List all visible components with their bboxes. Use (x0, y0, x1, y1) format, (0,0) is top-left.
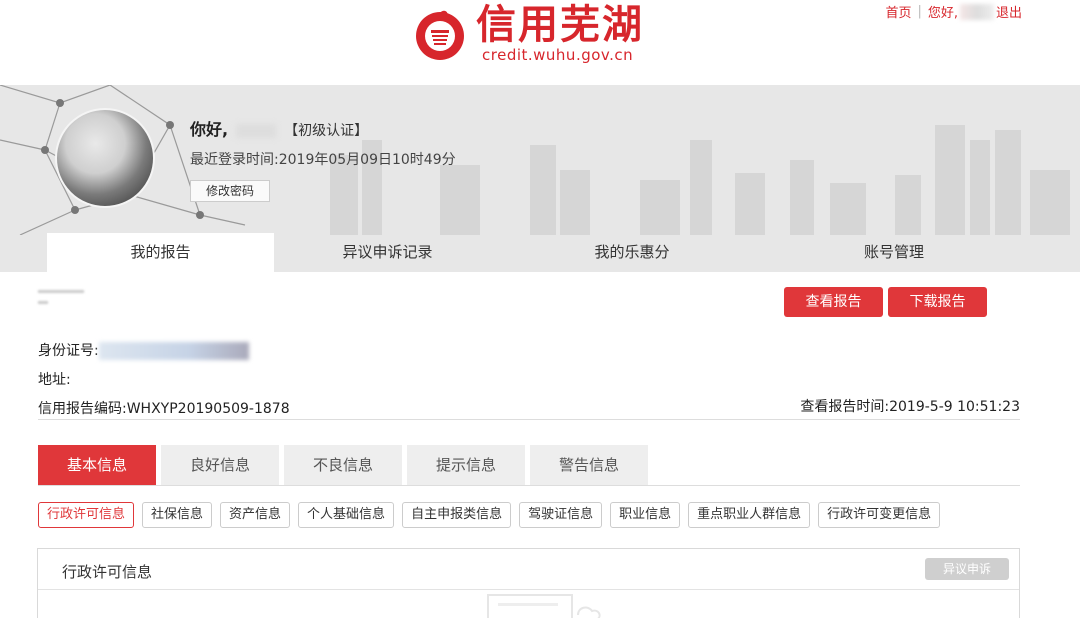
certification-level: 【初级认证】 (284, 123, 369, 139)
site-logo[interactable]: 信用芜湖 credit.wuhu.gov.cn (412, 0, 652, 70)
tab-lehui-score[interactable]: 我的乐惠分 (501, 233, 763, 272)
chip-self-declared[interactable]: 自主申报类信息 (402, 502, 512, 528)
tab-warning-info[interactable]: 警告信息 (530, 445, 648, 485)
last-login-time: 最近登录时间:2019年05月09日10时49分 (190, 152, 456, 168)
info-filter-chips: 行政许可信息 社保信息 资产信息 个人基础信息 自主申报类信息 驾驶证信息 职业… (38, 502, 948, 528)
greeting-text: 你好, (190, 120, 229, 139)
divider: | (917, 4, 922, 19)
tab-dispute-records[interactable]: 异议申诉记录 (274, 233, 501, 272)
divider (38, 589, 1019, 590)
logo-url: credit.wuhu.gov.cn (482, 46, 634, 64)
id-number-row: 身份证号: (38, 340, 249, 360)
divider (38, 485, 1020, 486)
home-link[interactable]: 首页 (885, 2, 911, 21)
empty-document-icon (487, 594, 601, 618)
tab-good-info[interactable]: 良好信息 (161, 445, 279, 485)
logout-link[interactable]: 退出 (996, 2, 1022, 21)
report-code: 信用报告编码:WHXYP20190509-1878 (38, 401, 290, 417)
city-skyline-background (0, 85, 1070, 235)
chip-key-occupation[interactable]: 重点职业人群信息 (688, 502, 811, 528)
id-number-label: 身份证号: (38, 343, 99, 359)
blurred-name (236, 123, 277, 138)
dispute-button[interactable]: 异议申诉 (925, 558, 1009, 580)
chip-social-security[interactable]: 社保信息 (142, 502, 213, 528)
basket-logo-icon (416, 10, 464, 60)
tab-account-management[interactable]: 账号管理 (763, 233, 1025, 272)
download-report-button[interactable]: 下载报告 (888, 287, 987, 317)
blurred-username (959, 3, 994, 20)
chip-personal-basic[interactable]: 个人基础信息 (298, 502, 395, 528)
address-label: 地址: (38, 372, 71, 388)
chip-driver-license[interactable]: 驾驶证信息 (519, 502, 603, 528)
avatar (55, 108, 155, 208)
chip-admin-license[interactable]: 行政许可信息 (38, 502, 135, 528)
admin-license-panel: 行政许可信息 异议申诉 (37, 548, 1020, 618)
hello-text: 您好, (927, 6, 958, 21)
chip-license-change[interactable]: 行政许可变更信息 (818, 502, 941, 528)
top-links: 首页 | 您好, 退出 (885, 2, 1022, 21)
tab-bad-info[interactable]: 不良信息 (284, 445, 402, 485)
main-tabs: 我的报告 异议申诉记录 我的乐惠分 账号管理 (0, 233, 1080, 272)
chip-assets[interactable]: 资产信息 (220, 502, 291, 528)
blurred-id-number (98, 342, 249, 360)
logo-title: 信用芜湖 (476, 2, 644, 48)
view-report-button[interactable]: 查看报告 (784, 287, 883, 317)
tab-basic-info[interactable]: 基本信息 (38, 445, 156, 485)
report-view-time: 查看报告时间:2019-5-9 10:51:23 (800, 399, 1020, 415)
tab-notice-info[interactable]: 提示信息 (407, 445, 525, 485)
info-category-tabs: 基本信息 良好信息 不良信息 提示信息 警告信息 (38, 445, 653, 485)
panel-title: 行政许可信息 (62, 563, 153, 581)
tab-my-report[interactable]: 我的报告 (47, 233, 274, 272)
blurred-user-name (38, 290, 88, 320)
change-password-button[interactable]: 修改密码 (190, 180, 270, 202)
greeting: 你好, 【初级认证】 (190, 116, 368, 140)
chip-occupation[interactable]: 职业信息 (610, 502, 681, 528)
divider (38, 419, 1020, 420)
